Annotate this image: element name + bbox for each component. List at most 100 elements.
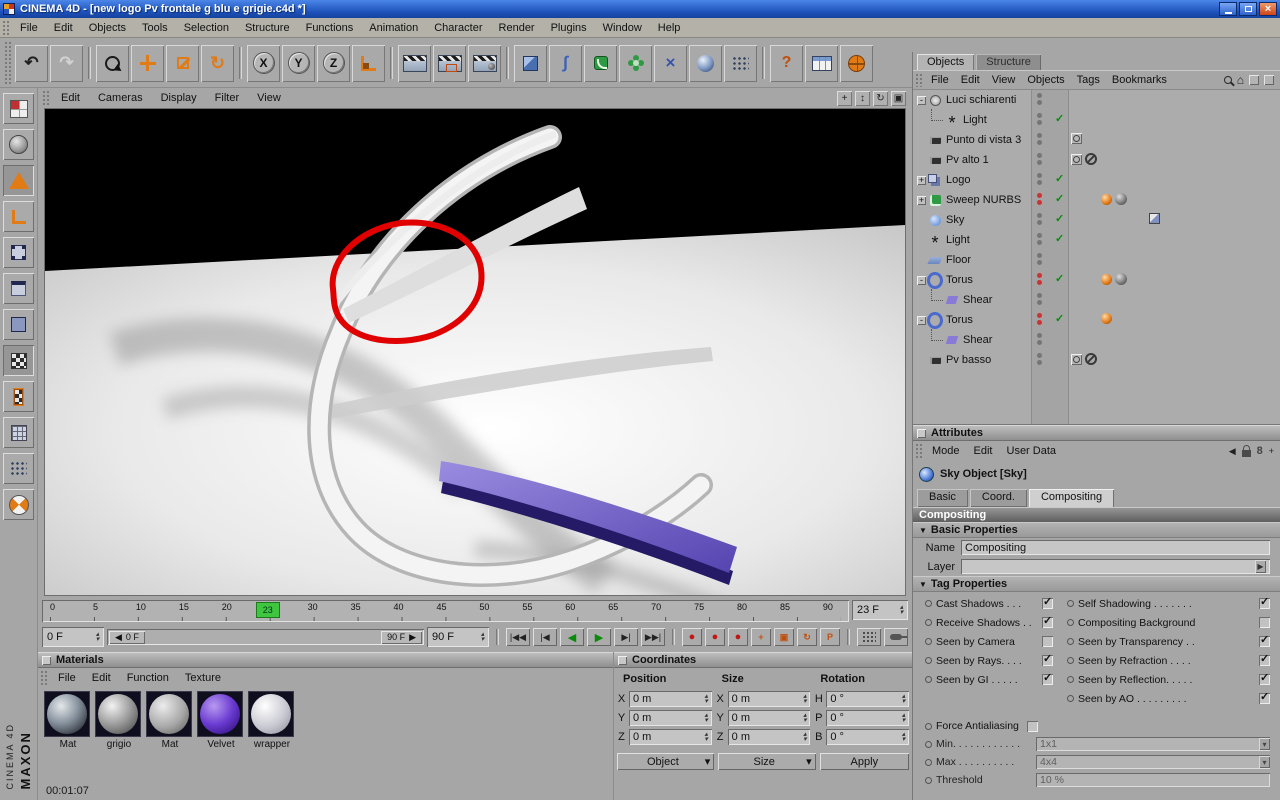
particles-button[interactable] — [724, 44, 757, 82]
undo-button[interactable]: ↶ — [15, 44, 48, 82]
prev-key-button[interactable]: |◀ — [533, 628, 557, 646]
make-editable-button[interactable] — [3, 165, 34, 196]
record-position-toggle[interactable]: + — [751, 628, 771, 646]
material-tag-icon[interactable] — [1101, 273, 1112, 285]
layer-picker-button[interactable]: ▶ — [1255, 560, 1266, 573]
tree-row[interactable]: Sky — [913, 210, 1280, 230]
seen-by-rays-checkbox[interactable] — [1042, 652, 1053, 666]
object-label[interactable]: Shear — [963, 294, 992, 306]
record-scale-toggle[interactable]: ▣ — [774, 628, 794, 646]
material-tag-icon[interactable] — [1101, 313, 1112, 324]
snap-settings-button[interactable] — [3, 453, 34, 484]
record-button[interactable]: ● — [682, 628, 702, 646]
menu-tools[interactable]: Tools — [134, 20, 176, 36]
om-menu-file[interactable]: File — [925, 72, 955, 88]
add-spline-button[interactable]: ∫ — [549, 44, 582, 82]
phong-tag-icon[interactable] — [1115, 273, 1127, 285]
expander-icon[interactable]: - — [917, 315, 926, 325]
menu-plugins[interactable]: Plugins — [543, 20, 595, 36]
object-label[interactable]: Light — [963, 114, 987, 126]
materials-menu-function[interactable]: Function — [119, 670, 177, 686]
rotate-button[interactable]: ↻ — [201, 44, 234, 82]
visibility-dots[interactable] — [1037, 193, 1042, 205]
attr-menu-mode[interactable]: Mode — [925, 443, 967, 459]
object-label[interactable]: Light — [946, 234, 970, 246]
current-frame-field[interactable]: 23 F ▴ ▾ — [852, 600, 908, 620]
expander-icon[interactable]: - — [917, 275, 926, 285]
object-label[interactable]: Torus — [946, 314, 973, 326]
add-modeling-button[interactable] — [619, 44, 652, 82]
material-thumbnail[interactable] — [197, 691, 243, 737]
layout-manager-button[interactable] — [3, 93, 34, 124]
rotation-b-field[interactable]: 0 ° ▴ ▾ — [826, 729, 910, 745]
content-browser-button[interactable] — [805, 44, 838, 82]
anim-dot-icon[interactable] — [1067, 676, 1074, 683]
target-tag-icon[interactable] — [1071, 133, 1082, 144]
anim-dot-icon[interactable] — [925, 676, 932, 683]
minimize-button[interactable] — [1219, 2, 1237, 16]
tab-basic[interactable]: Basic — [917, 489, 968, 507]
anim-dot-icon[interactable] — [925, 600, 932, 607]
seen-by-transparency-checkbox[interactable] — [1259, 633, 1270, 647]
attributes-header[interactable]: Attributes — [913, 425, 1280, 441]
viewport-menu-filter[interactable]: Filter — [206, 90, 248, 106]
tree-row[interactable]: Pv alto 1 — [913, 150, 1280, 170]
y-axis-button[interactable]: Y — [282, 44, 315, 82]
close-button[interactable]: × — [1259, 2, 1277, 16]
materials-header[interactable]: Materials — [38, 652, 613, 668]
search-icon[interactable] — [1223, 76, 1232, 84]
tree-row[interactable]: Shear — [913, 329, 1280, 350]
texture-mode-button[interactable] — [3, 345, 34, 376]
cast-shadows-checkbox[interactable] — [1042, 595, 1053, 609]
viewport-pan-button[interactable]: + — [837, 90, 852, 106]
autokey-button[interactable]: ● — [705, 628, 725, 646]
menu-structure[interactable]: Structure — [237, 20, 298, 36]
position-y-field[interactable]: 0 m ▴ ▾ — [629, 710, 712, 726]
name-field[interactable]: Compositing — [961, 540, 1270, 555]
min-dropdown[interactable]: 1x1 ▾ — [1036, 737, 1270, 751]
visibility-dots[interactable] — [1037, 293, 1042, 305]
tree-row[interactable]: - Luci schiarenti — [913, 90, 1280, 110]
materials-menu-edit[interactable]: Edit — [84, 670, 119, 686]
range-slider-right-handle[interactable]: 90 F ▶ — [381, 630, 422, 644]
live-selection-button[interactable] — [96, 44, 129, 82]
max-dropdown[interactable]: 4x4 ▾ — [1036, 755, 1270, 769]
object-label[interactable]: Sky — [946, 214, 964, 226]
material-item[interactable]: Velvet — [197, 691, 245, 750]
phong-tag-icon[interactable] — [1115, 193, 1127, 205]
record-parameter-toggle[interactable]: P — [820, 628, 840, 646]
add-deformer-button[interactable]: × — [654, 44, 687, 82]
add-nurbs-button[interactable] — [584, 44, 617, 82]
attr-menu-userdata[interactable]: User Data — [1000, 443, 1064, 459]
om-menu-tags[interactable]: Tags — [1071, 72, 1106, 88]
expander-icon[interactable]: - — [917, 95, 926, 105]
tree-row[interactable]: - Torus — [913, 270, 1280, 290]
coordinate-system-button[interactable] — [352, 44, 385, 82]
render-settings-button[interactable] — [468, 44, 501, 82]
material-item[interactable]: grigio — [95, 691, 143, 750]
link-icon[interactable]: 8 — [1257, 445, 1263, 457]
tree-row[interactable]: Light — [913, 230, 1280, 250]
keyframe-selection-button[interactable] — [884, 628, 908, 646]
forbidden-tag-icon[interactable] — [1085, 353, 1097, 365]
object-label[interactable]: Punto di vista 3 — [946, 134, 1021, 146]
threshold-field[interactable]: 10 % — [1036, 773, 1270, 787]
material-tag-icon[interactable] — [1101, 193, 1112, 205]
viewport-zoom-button[interactable]: ↕ — [855, 90, 870, 106]
seen-by-camera-checkbox[interactable] — [1042, 636, 1053, 647]
om-menu-edit[interactable]: Edit — [955, 72, 986, 88]
position-z-field[interactable]: 0 m ▴ ▾ — [629, 729, 712, 745]
visibility-dots[interactable] — [1037, 153, 1042, 165]
visibility-dots[interactable] — [1037, 253, 1042, 265]
menu-animation[interactable]: Animation — [361, 20, 426, 36]
viewport-menu-view[interactable]: View — [248, 90, 290, 106]
visibility-dots[interactable] — [1037, 173, 1042, 185]
rotation-p-field[interactable]: 0 ° ▴ ▾ — [826, 710, 910, 726]
tree-row[interactable]: Punto di vista 3 — [913, 130, 1280, 150]
compositing-tag-icon[interactable] — [1149, 213, 1160, 224]
uv-mode-button[interactable] — [3, 417, 34, 448]
filter-icon[interactable] — [1249, 75, 1259, 85]
size-z-field[interactable]: 0 m ▴ ▾ — [727, 729, 811, 745]
coordinates-header[interactable]: Coordinates — [614, 652, 912, 668]
anim-dot-icon[interactable] — [1067, 619, 1074, 626]
